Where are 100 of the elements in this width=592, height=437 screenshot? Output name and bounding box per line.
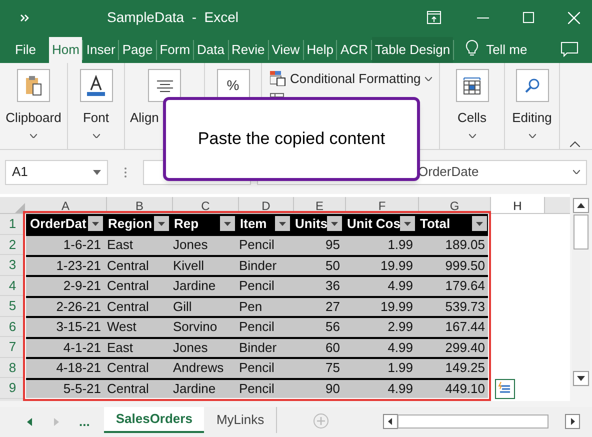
row-number[interactable]: 8 [0, 358, 25, 378]
cells-icon[interactable] [456, 69, 488, 102]
group-label: Font [82, 109, 109, 127]
table-header-cell: Rep [170, 214, 236, 234]
filter-dropdown[interactable] [472, 216, 487, 231]
ribbon-tab[interactable]: Inser [83, 37, 118, 63]
group-label: Align [130, 109, 159, 127]
quick-access-icon[interactable] [20, 12, 30, 22]
paste-icon[interactable] [17, 69, 50, 102]
table-cell-text: Jones [172, 338, 209, 356]
more-options-icon[interactable] [124, 166, 127, 178]
table-cell-text: 2-9-21 [62, 277, 102, 295]
vertical-scrollbar[interactable] [572, 197, 590, 387]
table-cell-text: 1.99 [386, 359, 414, 377]
filter-dropdown[interactable] [400, 216, 415, 231]
previous-sheet-icon[interactable] [27, 418, 32, 426]
table-cell-text: Central [106, 380, 150, 398]
table-cell-text: Sorvino [172, 318, 218, 336]
row-number[interactable]: 2 [0, 234, 25, 255]
horizontal-scrollbar[interactable] [383, 414, 580, 429]
ribbon-tab[interactable]: View [268, 37, 303, 63]
table-header-cell: Total [416, 214, 488, 234]
close-icon[interactable] [568, 12, 580, 24]
column-header[interactable]: A [25, 197, 107, 213]
column-header[interactable]: E [294, 197, 346, 213]
ribbon-tab[interactable]: ACR [337, 37, 371, 63]
ribbon-tab[interactable]: Data [194, 37, 228, 63]
table-cell-text: 4.99 [386, 380, 414, 398]
table-cell-text: 50 [324, 256, 341, 274]
ribbon-display-icon[interactable] [427, 11, 441, 24]
table-cell-text: 3-15-21 [55, 318, 102, 336]
row-number[interactable]: 5 [0, 296, 25, 316]
filter-dropdown[interactable] [275, 216, 290, 231]
table-cell-text: 539.73 [444, 298, 486, 316]
table-cell-text: Jardine [172, 380, 217, 398]
row-number[interactable]: 4 [0, 276, 25, 296]
table-cell-text: 167.44 [444, 318, 486, 336]
maximize-icon[interactable] [523, 12, 534, 23]
row-number[interactable]: 9 [0, 378, 25, 398]
ribbon-tab[interactable]: Table Design [372, 37, 454, 63]
caret-icon [92, 222, 99, 226]
table-cell-text: Central [106, 359, 150, 377]
ribbon-tab[interactable]: File [12, 37, 39, 63]
table-cell-text: 999.50 [444, 256, 486, 274]
font-color-icon[interactable] [80, 69, 112, 102]
ribbon-tab[interactable]: Page [119, 37, 156, 63]
caret-icon [573, 170, 580, 174]
collapse-ribbon-icon[interactable] [570, 141, 580, 147]
lightbulb-icon[interactable] [466, 40, 478, 57]
name-box[interactable]: A1 [5, 160, 108, 184]
filter-dropdown[interactable] [88, 216, 103, 231]
table-cell-text: 56 [324, 318, 341, 336]
table-cell-text: 149.25 [444, 359, 486, 377]
column-header[interactable]: B [107, 197, 173, 213]
column-header[interactable]: H [491, 197, 545, 213]
table-header-cell: Item [236, 214, 291, 234]
column-header[interactable]: F [346, 197, 419, 213]
table-cell-text: Central [106, 256, 150, 274]
column-header[interactable]: D [239, 197, 294, 213]
ribbon-tab[interactable]: Help [304, 37, 336, 63]
caret-icon [92, 134, 100, 138]
row-number[interactable]: 6 [0, 316, 25, 337]
table-cell-text: 19.99 [379, 256, 414, 274]
ribbon-tab[interactable]: Revie [228, 37, 268, 63]
ribbon-tab[interactable]: Hom [48, 37, 82, 63]
tell-me-search[interactable]: Tell me [486, 37, 528, 63]
filter-dropdown[interactable] [154, 216, 169, 231]
table-cell-text: Central [106, 298, 150, 316]
table-cell-text: 95 [324, 236, 341, 254]
filter-dropdown[interactable] [220, 216, 235, 231]
table-cell-text: 90 [324, 380, 341, 398]
sheet-tab[interactable]: MyLinks [204, 407, 278, 433]
table-cell-text: Binder [238, 256, 278, 274]
group-label: Clipboard [6, 109, 62, 127]
caret-icon [331, 222, 338, 226]
caret-icon [424, 76, 432, 81]
minimize-icon[interactable] [477, 16, 489, 18]
search-icon[interactable] [516, 69, 548, 102]
table-cell-text: 75 [324, 359, 341, 377]
table-cell-text: West [106, 318, 138, 336]
table-cell-text: Pencil [238, 380, 276, 398]
row-number[interactable]: 3 [0, 255, 25, 276]
column-header[interactable]: C [173, 197, 239, 213]
row-number[interactable]: 1 [0, 214, 25, 234]
table-cell-text: 19.99 [379, 298, 414, 316]
conditional-formatting-button[interactable]: Conditional Formatting [270, 69, 439, 88]
comment-icon[interactable] [561, 42, 578, 57]
sheet-tab[interactable]: SalesOrders [104, 407, 204, 433]
ribbon-tab[interactable]: Form [156, 37, 194, 63]
caret-icon [224, 222, 231, 226]
table-cell-text: 4.99 [386, 338, 414, 356]
caret-icon [279, 222, 286, 226]
table-cell-text: 4.99 [386, 277, 414, 295]
caret-icon [528, 134, 536, 138]
more-sheets-button[interactable]: ... [79, 412, 90, 432]
caret-icon [30, 134, 37, 138]
filter-dropdown[interactable] [327, 216, 342, 231]
align-center-icon[interactable] [148, 69, 181, 102]
quick-analysis-icon[interactable] [495, 379, 515, 399]
row-number[interactable]: 7 [0, 337, 25, 358]
